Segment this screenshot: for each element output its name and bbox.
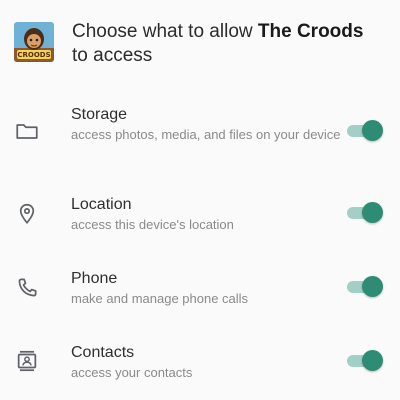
storage-toggle[interactable] [347,120,383,142]
permission-row-phone: Phone make and manage phone calls [0,266,400,316]
permission-name: Location [71,196,132,213]
permission-description: make and manage phone calls [71,291,249,306]
the-croods-app-icon: CROODS [14,22,54,62]
page-title: Choose what to allow The Croods to acces… [72,20,394,68]
permission-row-storage: Storage access photos, media, and files … [0,100,400,164]
svg-text:CROODS: CROODS [17,51,50,59]
location-pin-icon [14,201,40,227]
location-toggle[interactable] [347,202,383,224]
contacts-icon [14,348,40,374]
app-name: The Croods [257,21,364,42]
toggle-thumb [362,276,383,297]
title-prefix: Choose what to allow [72,21,258,42]
permission-description: access photos, media, and files on your … [71,127,341,142]
permission-row-location: Location access this device's location [0,192,400,242]
permission-name: Contacts [71,344,135,361]
permissions-header: CROODS Choose what to allow The Croods t… [0,0,400,80]
permission-description: access your contacts [71,365,193,380]
toggle-thumb [362,120,383,141]
phone-toggle[interactable] [347,276,383,298]
permission-name: Storage [71,106,128,123]
permission-name: Phone [71,270,118,287]
permission-row-contacts: Contacts access your contacts [0,340,400,390]
toggle-thumb [362,202,383,223]
phone-icon [14,275,40,301]
title-suffix: to access [72,45,153,66]
contacts-toggle[interactable] [347,350,383,372]
permissions-screen: CROODS Choose what to allow The Croods t… [0,0,400,400]
permission-description: access this device's location [71,217,234,232]
folder-icon [14,118,40,144]
toggle-thumb [362,350,383,371]
